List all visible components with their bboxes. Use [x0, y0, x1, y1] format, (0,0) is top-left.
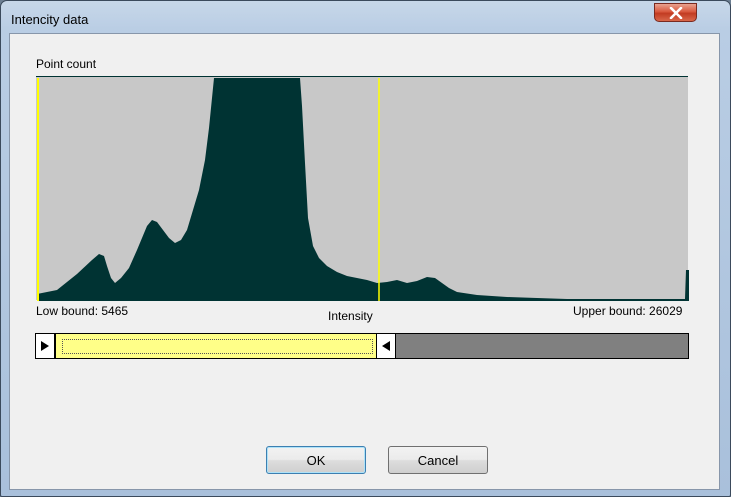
ok-button[interactable]: OK: [266, 446, 366, 474]
close-icon: [669, 7, 683, 19]
histogram-svg: [37, 78, 689, 301]
triangle-right-icon: [41, 341, 49, 351]
upper-bound-thumb[interactable]: [377, 334, 396, 358]
cancel-button[interactable]: Cancel: [388, 446, 488, 474]
histogram-plot: [36, 77, 689, 301]
range-slider[interactable]: [35, 333, 689, 359]
close-button[interactable]: [654, 3, 697, 22]
upper-bound-label: Upper bound: 26029: [573, 304, 683, 318]
low-bound-thumb[interactable]: [36, 334, 55, 358]
x-axis-label: Intensity: [328, 309, 373, 323]
selected-range[interactable]: [55, 334, 377, 358]
histogram-area: [37, 78, 689, 301]
triangle-left-icon: [382, 341, 390, 351]
window-title: Intencity data: [11, 12, 89, 27]
y-axis-label: Point count: [36, 57, 97, 71]
low-bound-label: Low bound: 5465: [36, 304, 129, 318]
focus-rectangle: [62, 339, 373, 354]
